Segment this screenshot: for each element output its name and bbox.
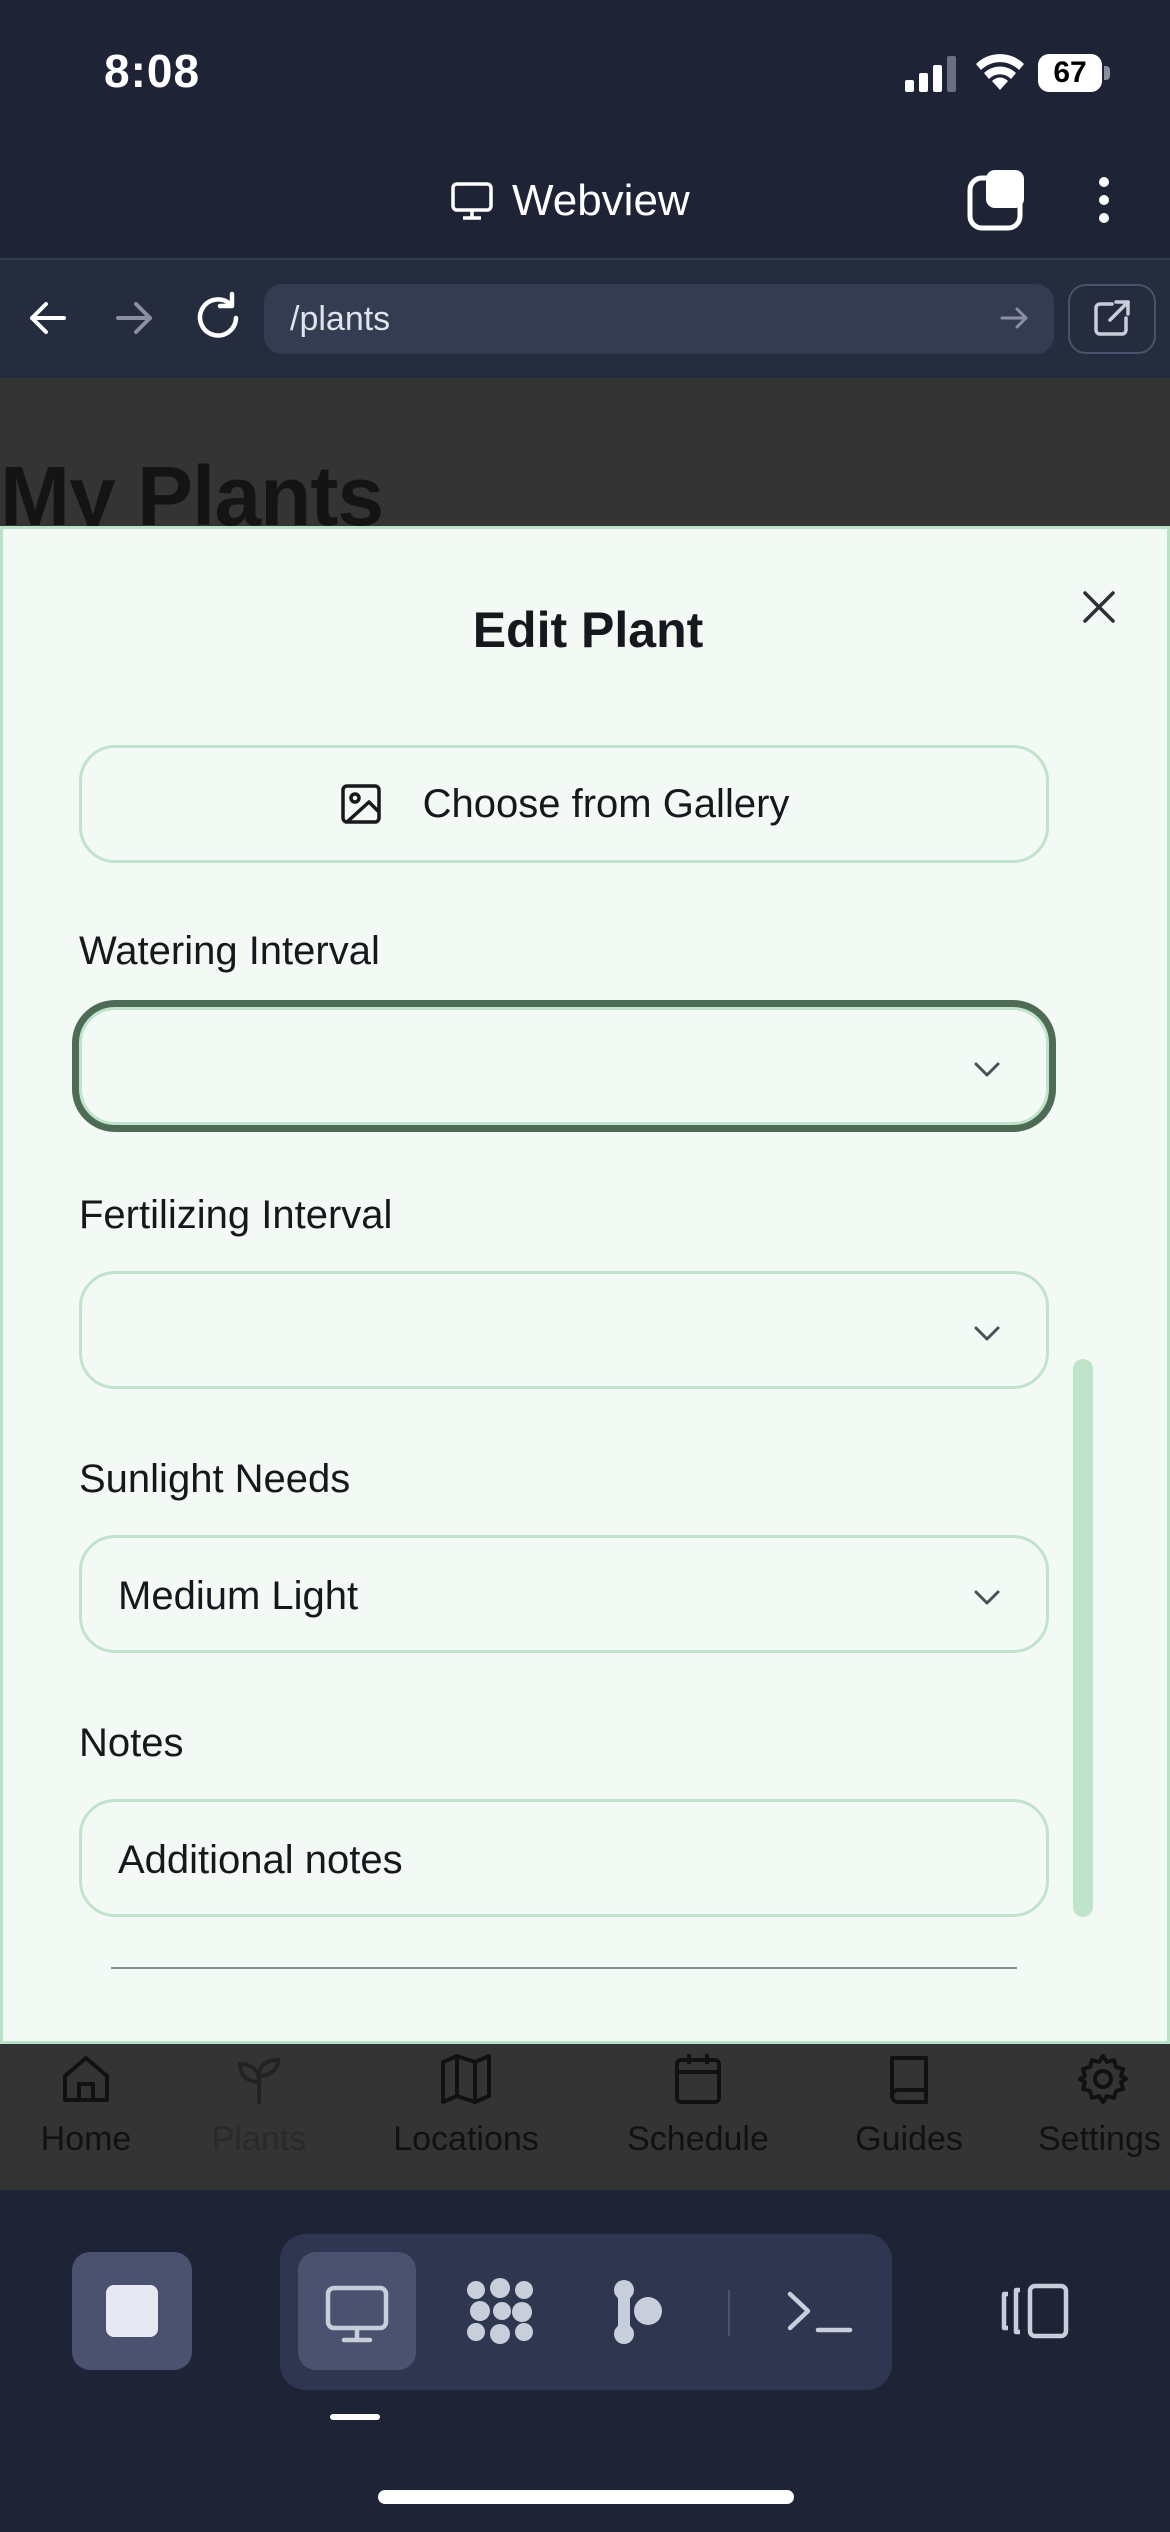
go-arrow-icon[interactable]	[998, 301, 1032, 335]
app-tab-settings[interactable]: Settings	[1038, 2052, 1170, 2159]
watering-interval-select[interactable]	[79, 1007, 1049, 1125]
close-icon[interactable]	[1075, 583, 1123, 631]
home-indicator[interactable]	[378, 2490, 794, 2504]
url-input[interactable]: /plants	[264, 284, 1054, 354]
webview-mode-button[interactable]	[298, 2252, 416, 2370]
calendar-icon	[675, 2054, 721, 2104]
stop-icon	[106, 2285, 158, 2337]
sunlight-needs-label: Sunlight Needs	[79, 1457, 351, 1501]
app-tab-label: Settings	[1038, 2120, 1161, 2158]
chevron-down-icon	[974, 1590, 1000, 1605]
split-view-icon[interactable]	[990, 2252, 1082, 2370]
gear-icon	[1078, 2054, 1128, 2104]
app-tab-label: Plants	[211, 2120, 307, 2158]
battery-level: 67	[1053, 56, 1087, 89]
forward-arrow-icon[interactable]	[108, 292, 160, 344]
more-options-icon[interactable]	[1080, 168, 1128, 232]
components-icon[interactable]	[450, 2252, 550, 2370]
notes-placeholder: Additional notes	[118, 1838, 403, 1882]
app-tab-schedule[interactable]: Schedule	[616, 2052, 780, 2159]
app-tab-plants[interactable]: Plants	[198, 2052, 320, 2159]
app-tab-home[interactable]: Home	[30, 2052, 142, 2159]
sprout-icon	[237, 2057, 281, 2104]
divider	[111, 1967, 1017, 1969]
chevron-down-icon	[974, 1062, 1000, 1077]
stop-button[interactable]	[72, 2252, 192, 2370]
cellular-signal-icon	[905, 56, 956, 92]
app-tab-label: Locations	[393, 2120, 539, 2158]
modal-title: Edit Plant	[472, 602, 704, 658]
home-icon	[63, 2056, 109, 2102]
wifi-icon	[976, 54, 1024, 90]
back-arrow-icon[interactable]	[22, 292, 74, 344]
book-icon	[890, 2056, 928, 2104]
monitor-icon	[325, 2285, 389, 2343]
terminal-icon[interactable]	[770, 2252, 880, 2370]
fertilizing-interval-label: Fertilizing Interval	[79, 1193, 393, 1237]
separator	[728, 2290, 730, 2336]
app-tab-locations[interactable]: Locations	[380, 2052, 552, 2159]
flow-icon[interactable]	[590, 2252, 690, 2370]
app-tab-label: Home	[40, 2120, 132, 2158]
fertilizing-interval-select[interactable]	[79, 1271, 1049, 1389]
watering-interval-label: Watering Interval	[79, 929, 380, 973]
sunlight-needs-select[interactable]: Medium Light	[79, 1535, 1049, 1653]
modal-scrollbar[interactable]	[1073, 1359, 1093, 1917]
choose-from-gallery-button[interactable]: Choose from Gallery	[79, 745, 1049, 863]
app-tab-label: Schedule	[627, 2120, 769, 2158]
open-external-button[interactable]	[1068, 284, 1156, 354]
map-icon	[441, 2054, 491, 2104]
status-time: 8:08	[104, 45, 201, 97]
external-link-icon	[1094, 300, 1130, 336]
notes-label: Notes	[79, 1721, 184, 1765]
sunlight-needs-value: Medium Light	[118, 1574, 359, 1618]
reload-icon[interactable]	[190, 290, 246, 346]
app-tab-bar	[0, 2044, 1170, 2190]
active-tab-indicator	[330, 2414, 380, 2420]
app-tab-label: Guides	[855, 2120, 963, 2158]
header-title-label: Webview	[512, 176, 690, 225]
notes-input[interactable]: Additional notes	[79, 1799, 1049, 1917]
edit-plant-modal: Edit Plant Choose from Gallery Watering …	[0, 526, 1170, 2044]
url-text: /plants	[290, 300, 391, 338]
tabs-switcher-button[interactable]	[966, 168, 1030, 232]
image-icon	[340, 784, 381, 824]
app-tab-guides[interactable]: Guides	[846, 2052, 972, 2159]
monitor-icon	[451, 182, 493, 220]
header-title: Webview	[450, 168, 690, 234]
battery-indicator: 67	[1038, 54, 1110, 92]
chevron-down-icon	[974, 1326, 1000, 1341]
gallery-button-label: Choose from Gallery	[422, 781, 790, 826]
